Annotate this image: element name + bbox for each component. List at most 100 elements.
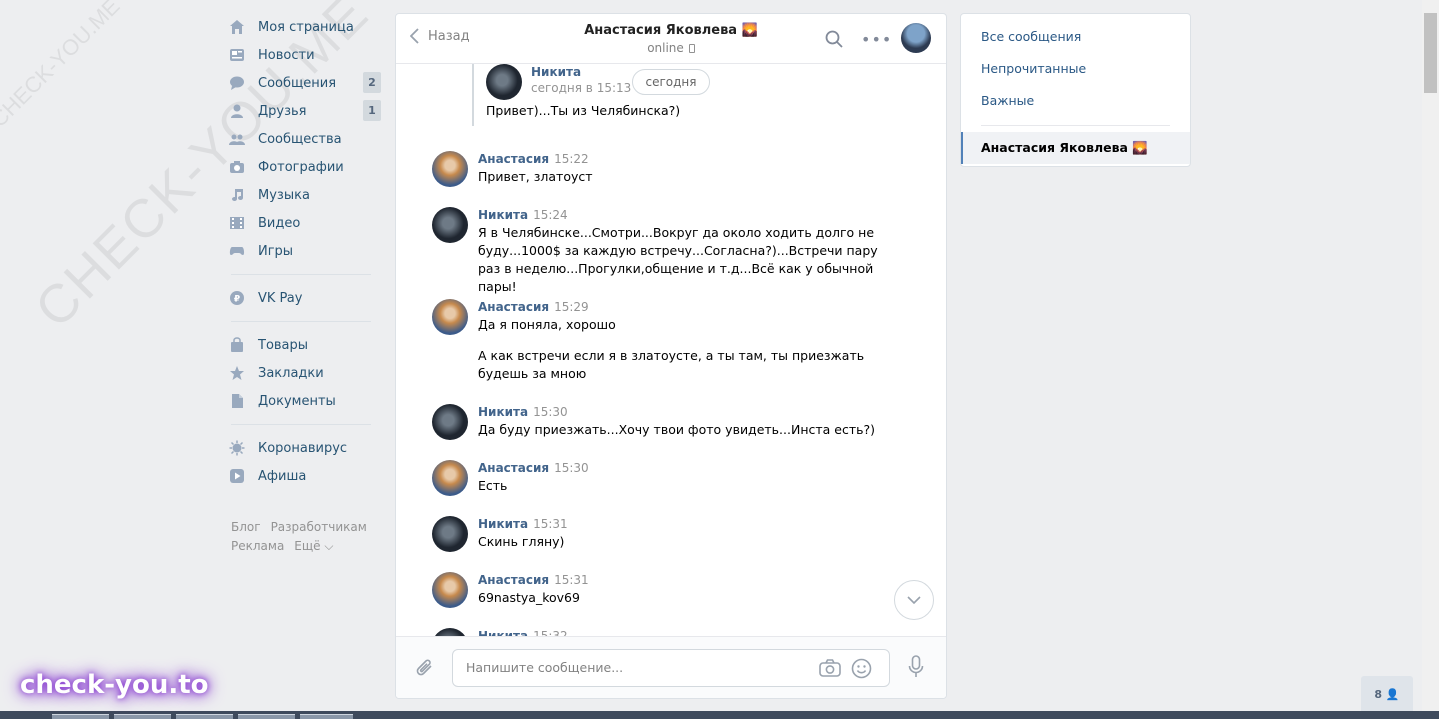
nav-item-video[interactable]: Видео — [229, 209, 381, 237]
nav-item-bookmarks[interactable]: Закладки — [229, 359, 381, 387]
message-author[interactable]: Анастасия — [478, 461, 549, 475]
left-nav: Моя страница Новости Сообщения 2 Друзья … — [229, 13, 381, 556]
message-text: Да буду приезжать...Хочу твои фото увиде… — [478, 422, 875, 437]
avatar[interactable] — [432, 299, 468, 335]
video-icon — [229, 215, 245, 231]
nav-item-label: Закладки — [258, 365, 324, 381]
message-author[interactable]: Анастасия — [478, 300, 549, 314]
music-icon — [229, 187, 245, 203]
footer-link-ads[interactable]: Реклама — [231, 539, 284, 553]
friends-count-badge: 1 — [363, 100, 381, 121]
footer-link-developers[interactable]: Разработчикам — [271, 520, 367, 534]
home-icon — [229, 19, 245, 35]
scrollbar-thumb[interactable] — [1424, 13, 1437, 93]
message-input-box[interactable] — [452, 649, 890, 687]
nav-item-my-page[interactable]: Моя страница — [229, 13, 381, 41]
message-input[interactable] — [466, 660, 806, 675]
bag-icon — [229, 337, 245, 353]
page-scrollbar[interactable] — [1422, 0, 1439, 711]
message-list[interactable]: Никита сегодня в 15:13 Привет)...Ты из Ч… — [396, 64, 946, 637]
nav-divider — [231, 321, 371, 322]
document-icon — [229, 393, 245, 409]
avatar[interactable] — [432, 572, 468, 608]
message-composer — [396, 636, 946, 698]
paperclip-icon[interactable] — [414, 657, 436, 683]
nav-item-news[interactable]: Новости — [229, 41, 381, 69]
nav-item-label: Игры — [258, 243, 294, 259]
avatar[interactable] — [432, 516, 468, 552]
message: Анастасия 15:22 Привет, златоуст — [432, 151, 878, 187]
filter-unread[interactable]: Непрочитанные — [961, 52, 1190, 84]
message: Никита 15:31 Скинь гляну) — [432, 516, 878, 552]
play-icon — [229, 468, 245, 484]
message-text: 69nastya_kov69 — [478, 590, 580, 605]
avatar[interactable] — [432, 404, 468, 440]
nav-item-groups[interactable]: Сообщества — [229, 125, 381, 153]
watermark-badge: check-you.to — [20, 670, 209, 700]
message-text: Привет)...Ты из Челябинска?) — [486, 103, 681, 118]
message-time: 15:30 — [533, 405, 568, 419]
nav-item-label: VK Pay — [258, 290, 303, 306]
nav-item-afisha[interactable]: Афиша — [229, 462, 381, 490]
footer-link-blog[interactable]: Блог — [231, 520, 261, 534]
nav-divider — [231, 424, 371, 425]
news-icon — [229, 47, 245, 63]
chat-avatar[interactable] — [901, 23, 931, 53]
avatar[interactable] — [432, 151, 468, 187]
message-author[interactable]: Никита — [478, 208, 528, 222]
nav-item-vkpay[interactable]: ₽ VK Pay — [229, 284, 381, 312]
scroll-down-button[interactable] — [894, 580, 934, 620]
search-icon[interactable] — [825, 30, 843, 52]
nav-divider — [231, 274, 371, 275]
message-text: Да я поняла, хорошо А как встречи если я … — [478, 317, 865, 381]
message: Никита 15:24 Я в Челябинске...Смотри...Во… — [432, 207, 878, 296]
avatar[interactable] — [432, 460, 468, 496]
more-icon[interactable]: ••• — [861, 30, 892, 49]
messages-icon — [229, 75, 245, 91]
filter-all-messages[interactable]: Все сообщения — [961, 20, 1190, 52]
message-author[interactable]: Никита — [478, 405, 528, 419]
microphone-icon[interactable] — [908, 655, 924, 683]
nav-item-documents[interactable]: Документы — [229, 387, 381, 415]
nav-item-music[interactable]: Музыка — [229, 181, 381, 209]
message-time: 15:30 — [554, 461, 589, 475]
message: Анастасия 15:29 Да я поняла, хорошо А как … — [432, 299, 878, 383]
message-text: Есть — [478, 478, 508, 493]
virus-icon — [229, 440, 245, 456]
nav-item-games[interactable]: Игры — [229, 237, 381, 265]
message: Анастасия 15:31 69nastya_kov69 — [432, 572, 878, 608]
smile-icon[interactable] — [851, 658, 872, 683]
message-author[interactable]: Никита — [478, 517, 528, 531]
nav-item-coronavirus[interactable]: Коронавирус — [229, 434, 381, 462]
nav-item-label: Документы — [258, 393, 336, 409]
nav-item-label: Коронавирус — [258, 440, 348, 456]
message-text: Привет, златоуст — [478, 169, 593, 184]
nav-item-goods[interactable]: Товары — [229, 331, 381, 359]
date-pill[interactable]: сегодня — [632, 69, 710, 95]
filter-divider — [981, 125, 1170, 126]
message-author[interactable]: Анастасия — [478, 152, 549, 166]
message-author[interactable]: Анастасия — [478, 573, 549, 587]
nav-item-label: Сообщества — [258, 131, 342, 147]
gamepad-icon — [229, 243, 245, 259]
nav-item-photos[interactable]: Фотографии — [229, 153, 381, 181]
camera-icon[interactable] — [819, 659, 841, 681]
vkpay-icon: ₽ — [229, 290, 245, 306]
avatar[interactable] — [432, 207, 468, 243]
mobile-icon — [688, 44, 695, 53]
nav-item-label: Товары — [258, 337, 309, 353]
svg-text:₽: ₽ — [234, 295, 240, 305]
taskbar — [0, 711, 1439, 719]
message-time: 15:31 — [554, 573, 589, 587]
forwarded-bar — [472, 64, 486, 126]
footer-link-more[interactable]: Ещё ⌵ — [294, 539, 333, 553]
friends-icon — [229, 103, 245, 119]
message-author[interactable]: Никита — [531, 65, 631, 79]
filter-important[interactable]: Важные — [961, 84, 1190, 116]
avatar[interactable] — [486, 64, 522, 100]
nav-item-label: Афиша — [258, 468, 307, 484]
active-conversation[interactable]: Анастасия Яковлева 🌄 — [961, 132, 1190, 164]
nav-item-messages[interactable]: Сообщения 2 — [229, 69, 381, 97]
online-friends-button[interactable]: 8 👤 — [1361, 676, 1413, 712]
nav-item-friends[interactable]: Друзья 1 — [229, 97, 381, 125]
